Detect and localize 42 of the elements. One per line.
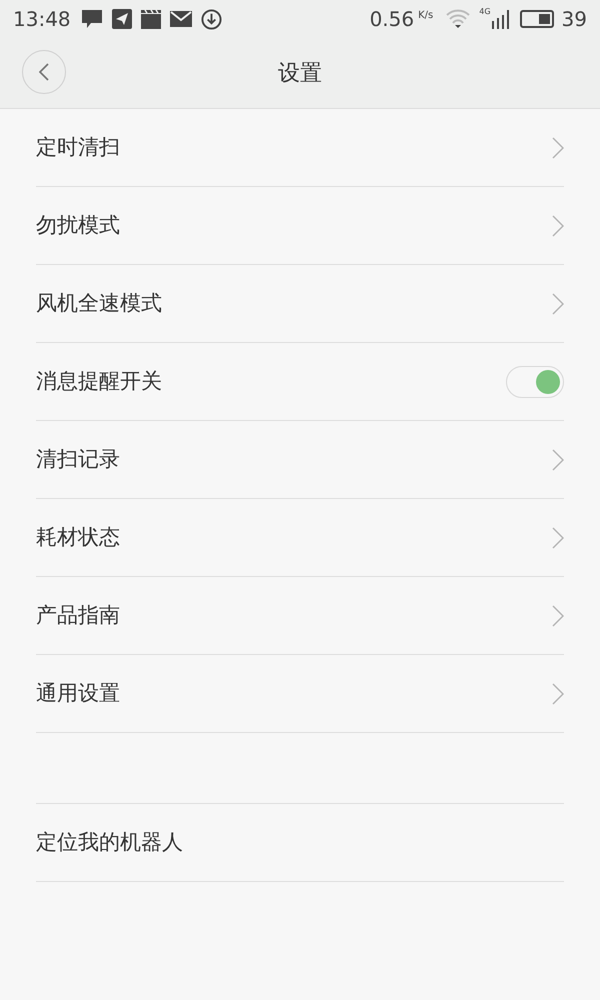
clock: 13:48 (13, 6, 71, 33)
settings-row[interactable]: 定时清扫 (36, 109, 564, 187)
settings-row[interactable]: 消息提醒开关 (36, 343, 564, 421)
chevron-right-icon (552, 136, 564, 158)
network-speed: 0.56 (370, 6, 414, 33)
back-icon (39, 63, 49, 81)
row-label: 风机全速模式 (36, 290, 162, 317)
clapperboard-icon (140, 9, 161, 29)
signal-icon (492, 9, 510, 29)
chevron-right-icon (552, 448, 564, 470)
battery-percent: 39 (562, 6, 587, 33)
chevron-right-icon (552, 682, 564, 704)
row-label: 消息提醒开关 (36, 368, 162, 395)
row-label: 通用设置 (36, 680, 120, 707)
row-label: 定位我的机器人 (36, 828, 183, 856)
settings-row[interactable]: 耗材状态 (36, 499, 564, 577)
download-icon (200, 8, 222, 30)
chevron-right-icon (552, 292, 564, 314)
settings-row[interactable]: 勿扰模式 (36, 187, 564, 265)
row-label: 耗材状态 (36, 524, 120, 551)
row-label: 勿扰模式 (36, 212, 120, 239)
chevron-right-icon (552, 604, 564, 626)
mail-icon (170, 10, 192, 28)
row-label: 定时清扫 (36, 134, 120, 161)
back-button[interactable] (22, 50, 66, 94)
toggle-switch[interactable] (506, 366, 564, 398)
battery-icon (520, 10, 554, 28)
network-type: 4G (479, 6, 491, 18)
speed-unit: K/s (418, 9, 434, 23)
chat-icon (80, 9, 103, 29)
settings-row[interactable]: 通用设置 (36, 655, 564, 733)
settings-row[interactable]: 定位我的机器人 (36, 804, 564, 882)
chevron-right-icon (552, 526, 564, 548)
settings-row[interactable]: 产品指南 (36, 577, 564, 655)
send-icon (112, 9, 132, 29)
chevron-right-icon (552, 214, 564, 236)
wifi-icon (445, 9, 472, 29)
page-title: 设置 (278, 60, 322, 88)
settings-row[interactable]: 风机全速模式 (36, 265, 564, 343)
row-label: 产品指南 (36, 602, 120, 629)
settings-row[interactable]: 清扫记录 (36, 421, 564, 499)
row-label: 清扫记录 (36, 446, 120, 473)
